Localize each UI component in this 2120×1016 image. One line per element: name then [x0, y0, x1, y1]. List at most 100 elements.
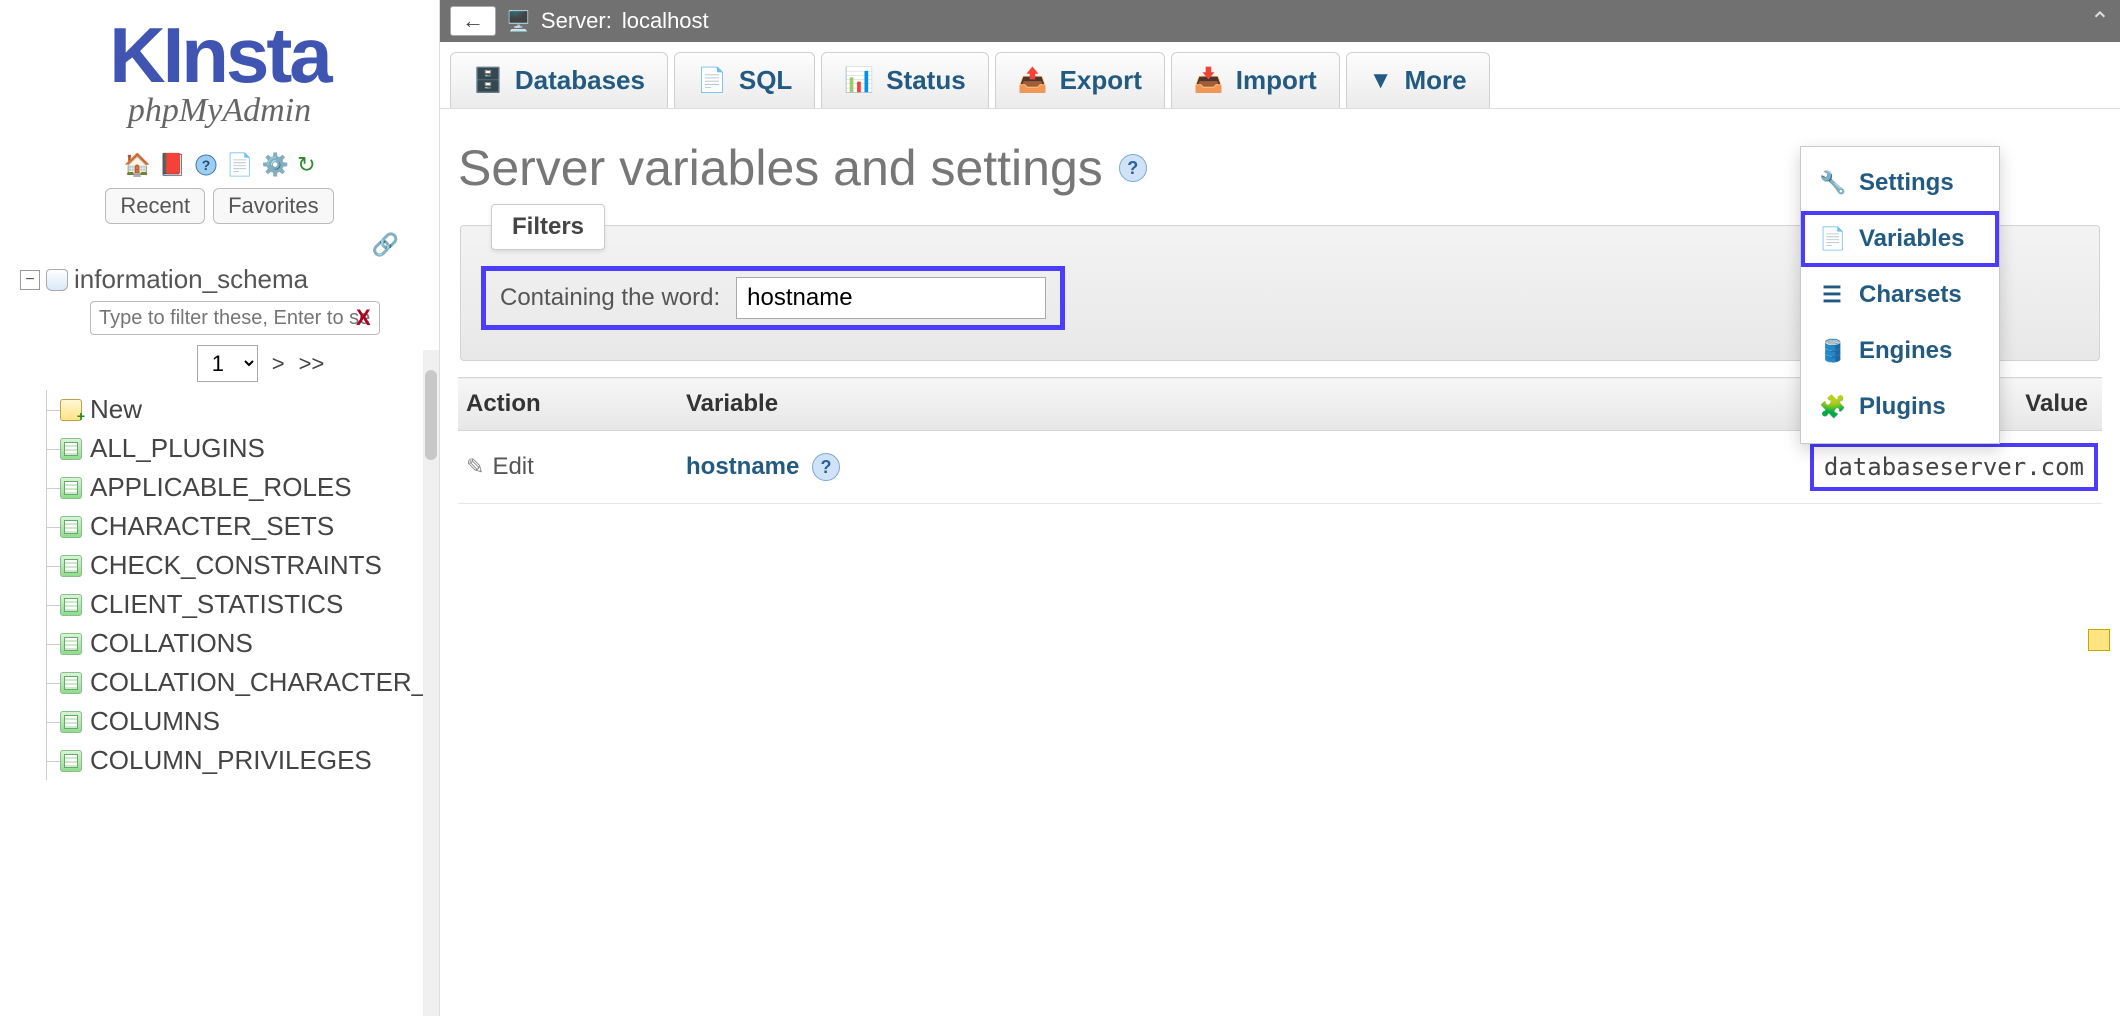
more-dropdown: 🔧 Settings 📄 Variables ☰ Charsets 🛢️ Eng…	[1800, 146, 2000, 444]
tab-databases[interactable]: 🗄️ Databases	[450, 52, 668, 108]
engines-icon: 🛢️	[1819, 338, 1845, 364]
tab-import[interactable]: 📥 Import	[1171, 52, 1340, 108]
table-icon	[60, 477, 82, 499]
containing-word-row: Containing the word:	[481, 266, 1065, 330]
table-icon	[60, 750, 82, 772]
dropdown-item-label: Variables	[1859, 225, 1964, 253]
dropdown-item-label: Plugins	[1859, 393, 1946, 421]
table-item[interactable]: CHARACTER_SETS	[60, 507, 431, 546]
table-icon	[60, 672, 82, 694]
settings-gear-icon[interactable]: ⚙️	[262, 152, 289, 178]
logo-phpmyadmin: phpMyAdmin	[20, 92, 419, 130]
tab-sql[interactable]: 📄 SQL	[674, 52, 815, 108]
dropdown-plugins[interactable]: 🧩 Plugins	[1801, 379, 1999, 435]
table-item[interactable]: COLLATIONS	[60, 624, 431, 663]
sidebar-scrollbar[interactable]	[423, 350, 439, 1016]
new-table-item[interactable]: New	[60, 390, 431, 429]
breadcrumb-server[interactable]: localhost	[622, 8, 709, 34]
table-item[interactable]: CHECK_CONSTRAINTS	[60, 546, 431, 585]
table-item[interactable]: CLIENT_STATISTICS	[60, 585, 431, 624]
server-icon: 🖥️	[506, 9, 531, 34]
logout-icon[interactable]: 📕	[159, 152, 186, 178]
tab-label: Databases	[515, 65, 645, 96]
containing-word-label: Containing the word:	[500, 284, 720, 312]
tab-status[interactable]: 📊 Status	[821, 52, 988, 108]
clear-filter-icon[interactable]: X	[356, 305, 371, 331]
table-item[interactable]: ALL_PLUGINS	[60, 429, 431, 468]
pencil-icon: ✎	[466, 454, 484, 480]
tab-label: Export	[1060, 65, 1142, 96]
chevron-down-icon: ▼	[1369, 67, 1393, 95]
database-tab-icon: 🗄️	[473, 66, 503, 95]
tab-bar: 🗄️ Databases 📄 SQL 📊 Status 📤 Export 📥 I…	[440, 42, 2120, 109]
table-item[interactable]: COLLATION_CHARACTER_	[60, 663, 431, 702]
db-tree-root[interactable]: − information_schema	[20, 264, 431, 295]
filters-legend: Filters	[491, 204, 605, 250]
table-icon	[60, 516, 82, 538]
page-title: Server variables and settings	[458, 139, 1103, 197]
tab-label: Import	[1236, 65, 1317, 96]
sidebar-scrollbar-thumb[interactable]	[425, 370, 437, 460]
table-item[interactable]: COLUMN_PRIVILEGES	[60, 741, 431, 780]
dropdown-engines[interactable]: 🛢️ Engines	[1801, 323, 1999, 379]
table-icon	[60, 711, 82, 733]
database-icon	[46, 269, 68, 291]
back-button[interactable]: ←	[450, 6, 496, 36]
edit-label: Edit	[492, 453, 533, 481]
sql-query-icon[interactable]: 📄	[226, 152, 253, 178]
tab-export[interactable]: 📤 Export	[995, 52, 1165, 108]
table-item[interactable]: COLUMNS	[60, 702, 431, 741]
breadcrumb-prefix: Server:	[541, 8, 612, 34]
pager-next[interactable]: >	[272, 351, 285, 377]
new-table-icon	[60, 399, 82, 421]
dropdown-item-label: Charsets	[1859, 281, 1962, 309]
database-name[interactable]: information_schema	[74, 264, 308, 295]
main-panel: ← 🖥️ Server: localhost ⌃ 🗄️ Databases 📄 …	[440, 0, 2120, 1016]
charsets-icon: ☰	[1819, 282, 1845, 308]
dropdown-settings[interactable]: 🔧 Settings	[1801, 155, 1999, 211]
logo-kinsta: KInsta	[20, 20, 419, 90]
link-icon[interactable]: 🔗	[0, 232, 439, 258]
collapse-toggle-icon[interactable]: −	[20, 270, 40, 290]
table-filter-row: X	[90, 301, 431, 335]
reload-icon[interactable]: ↻	[297, 152, 315, 178]
containing-word-input[interactable]	[736, 277, 1046, 319]
page-select[interactable]: 1	[197, 345, 258, 382]
table-icon	[60, 555, 82, 577]
variable-name[interactable]: hostname	[686, 453, 799, 480]
import-tab-icon: 📥	[1194, 66, 1224, 95]
table-item-label: CHARACTER_SETS	[90, 511, 334, 542]
help-icon[interactable]: ?	[1119, 154, 1147, 182]
table-item-label: COLUMN_PRIVILEGES	[90, 745, 372, 776]
table-filter-input[interactable]	[90, 301, 380, 335]
logo-area: KInsta phpMyAdmin	[0, 20, 439, 140]
table-item-label: CLIENT_STATISTICS	[90, 589, 343, 620]
pager-last[interactable]: >>	[299, 351, 325, 377]
table-item-label: COLLATION_CHARACTER_	[90, 667, 426, 698]
recent-tab[interactable]: Recent	[105, 188, 205, 224]
tab-more[interactable]: ▼ More	[1346, 52, 1490, 108]
dropdown-item-label: Settings	[1859, 169, 1954, 197]
favorites-tab[interactable]: Favorites	[213, 188, 333, 224]
table-item-label: COLLATIONS	[90, 628, 253, 659]
export-tab-icon: 📤	[1018, 66, 1048, 95]
col-variable: Variable	[678, 378, 1197, 431]
home-icon[interactable]: 🏠	[123, 152, 150, 178]
table-item[interactable]: APPLICABLE_ROLES	[60, 468, 431, 507]
col-action: Action	[458, 378, 678, 431]
collapse-top-icon[interactable]: ⌃	[2090, 7, 2110, 36]
edit-action[interactable]: ✎ Edit	[466, 453, 670, 481]
dropdown-variables[interactable]: 📄 Variables	[1801, 211, 1999, 267]
docs-icon[interactable]: ?	[194, 153, 218, 177]
dropdown-charsets[interactable]: ☰ Charsets	[1801, 267, 1999, 323]
variables-icon: 📄	[1819, 226, 1845, 252]
variable-help-icon[interactable]: ?	[812, 453, 840, 481]
tab-label: Status	[886, 65, 965, 96]
table-item-label: APPLICABLE_ROLES	[90, 472, 352, 503]
table-icon	[60, 633, 82, 655]
bookmark-icon[interactable]	[2088, 629, 2110, 651]
variable-value: databaseserver.com	[1814, 447, 2094, 487]
new-table-label: New	[90, 394, 142, 425]
wrench-icon: 🔧	[1819, 170, 1845, 196]
nav-tabs: Recent Favorites	[0, 188, 439, 224]
